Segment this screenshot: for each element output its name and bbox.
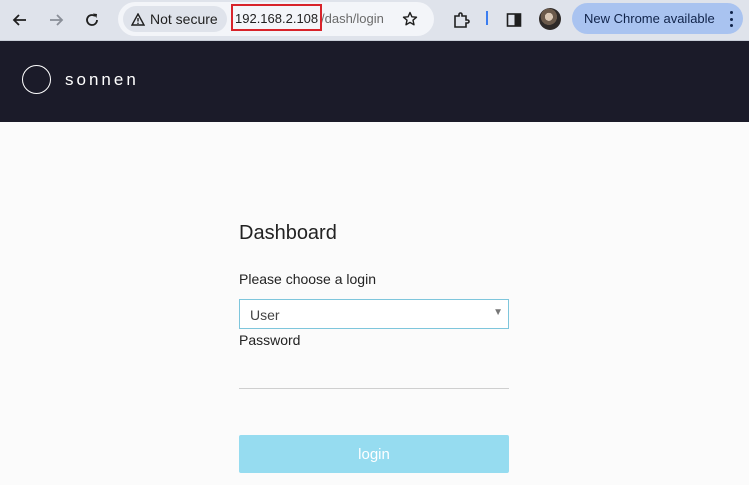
- side-panel-button[interactable]: [502, 8, 526, 32]
- forward-button[interactable]: [44, 8, 68, 32]
- security-chip[interactable]: Not secure: [123, 6, 227, 32]
- sonnen-logo-icon: [22, 65, 51, 94]
- update-chrome-button[interactable]: New Chrome available: [572, 3, 743, 34]
- profile-avatar[interactable]: [539, 8, 561, 30]
- back-button[interactable]: [8, 8, 32, 32]
- reload-icon: [86, 13, 98, 26]
- site-header: sonnen: [0, 41, 749, 122]
- kebab-menu-icon[interactable]: [729, 11, 733, 27]
- star-icon: [402, 11, 418, 26]
- arrow-right-icon: [50, 14, 64, 26]
- password-label: Password: [239, 332, 301, 348]
- side-panel-icon: [506, 13, 522, 27]
- security-label: Not secure: [150, 11, 218, 27]
- login-choice-label: Please choose a login: [239, 271, 376, 287]
- reload-button[interactable]: [80, 8, 104, 32]
- url-path: /dash/login: [321, 11, 384, 26]
- dropdown-arrow-icon: ▼: [493, 307, 503, 318]
- arrow-left-icon: [12, 14, 26, 26]
- warning-icon: [131, 12, 145, 26]
- page-title: Dashboard: [239, 222, 337, 244]
- puzzle-icon: [454, 12, 470, 28]
- toolbar-separator: [486, 11, 488, 25]
- browser-toolbar: Not secure 192.168.2.108 /dash/login New…: [0, 0, 749, 41]
- login-button[interactable]: login: [239, 435, 509, 473]
- url-highlight-box: [231, 4, 322, 31]
- bookmark-button[interactable]: [398, 7, 422, 31]
- password-field[interactable]: [239, 356, 509, 389]
- login-user-select[interactable]: User ▼: [239, 299, 509, 329]
- selected-user: User: [250, 307, 280, 323]
- address-bar[interactable]: Not secure 192.168.2.108 /dash/login: [118, 2, 434, 36]
- brand-name: sonnen: [65, 70, 139, 89]
- update-label: New Chrome available: [584, 11, 715, 26]
- extensions-button[interactable]: [449, 8, 473, 32]
